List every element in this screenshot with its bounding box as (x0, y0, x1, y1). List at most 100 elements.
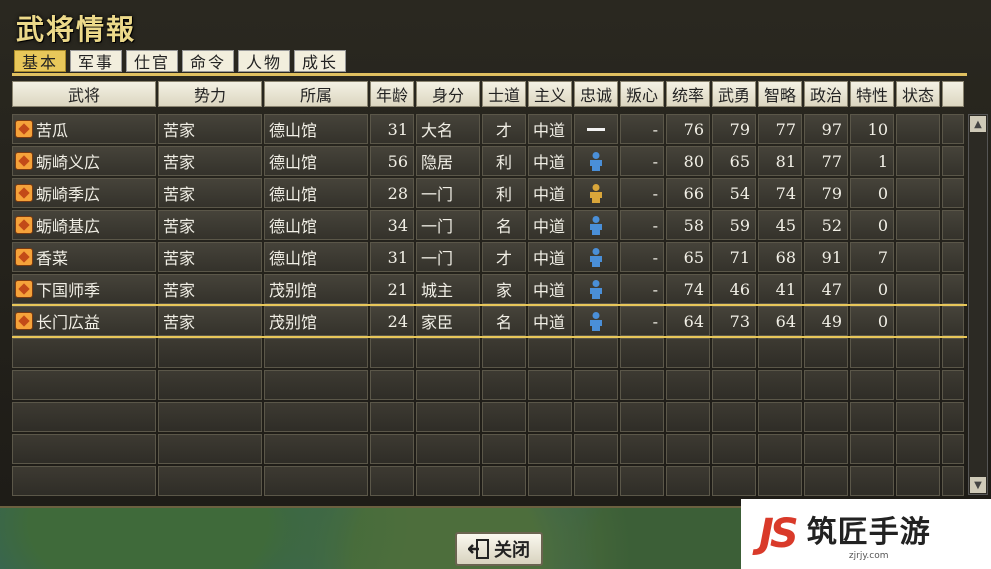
empty-cell (758, 434, 802, 464)
cell-faction: 苦家 (158, 114, 262, 144)
empty-cell (850, 338, 894, 368)
cell-faction: 苦家 (158, 274, 262, 304)
scroll-up-icon[interactable]: ▲ (970, 116, 986, 132)
officer-name: 下国师季 (36, 281, 101, 300)
family-crest-icon (15, 152, 33, 170)
empty-cell (896, 370, 940, 400)
tab-4[interactable]: 人物 (238, 50, 290, 72)
cell-extra (942, 146, 964, 176)
column-header-loyalty[interactable]: 忠诚 (574, 81, 618, 107)
column-header-bushido[interactable]: 士道 (482, 81, 526, 107)
loyalty-person-icon (587, 183, 605, 203)
table-row[interactable]: 苦瓜 苦家 德山馆 31 大名才中道 -76 79 77 97 10 (12, 114, 966, 144)
column-header-valor[interactable]: 武勇 (712, 81, 756, 107)
cell-rebellion: - (620, 146, 664, 176)
cell-ideology: 中道 (528, 178, 572, 208)
empty-cell (942, 338, 964, 368)
officer-name: 长门広益 (36, 313, 101, 332)
cell-base: 德山馆 (264, 114, 368, 144)
column-header-extra[interactable] (942, 81, 964, 107)
table-row[interactable]: 长门広益 苦家 茂别馆 24 家臣名中道 -64 73 64 49 0 (12, 304, 967, 338)
cell-politics: 77 (804, 146, 848, 176)
cell-condition (896, 306, 940, 336)
officer-name: 香菜 (36, 249, 69, 268)
empty-cell (528, 434, 572, 464)
family-crest-icon (15, 184, 33, 202)
close-button[interactable]: 关闭 (455, 532, 543, 566)
cell-rank: 家臣 (416, 306, 480, 336)
empty-cell (666, 434, 710, 464)
column-header-ideology[interactable]: 主义 (528, 81, 572, 107)
table-row[interactable]: 香菜 苦家 德山馆 31 一门才中道 -65 71 68 91 7 (12, 242, 966, 272)
cell-condition (896, 242, 940, 272)
cell-age: 24 (370, 306, 414, 336)
column-header-officer[interactable]: 武将 (12, 81, 156, 107)
cell-rebellion: - (620, 274, 664, 304)
cell-ideology: 中道 (528, 242, 572, 272)
table-row[interactable]: 蛎崎基広 苦家 德山馆 34 一门名中道 -58 59 45 52 0 (12, 210, 966, 240)
tab-5[interactable]: 成长 (294, 50, 346, 72)
cell-faction: 苦家 (158, 242, 262, 272)
cell-loyalty (574, 274, 618, 304)
tab-0[interactable]: 基本 (14, 50, 66, 72)
cell-base: 德山馆 (264, 146, 368, 176)
column-header-trait[interactable]: 特性 (850, 81, 894, 107)
column-header-politics[interactable]: 政治 (804, 81, 848, 107)
column-header-age[interactable]: 年龄 (370, 81, 414, 107)
empty-cell (758, 466, 802, 496)
cell-bushido: 名 (482, 306, 526, 336)
table-scrollbar[interactable]: ▲ ▼ (968, 114, 988, 495)
table-row[interactable]: 下国师季 苦家 茂别馆 21 城主家中道 -74 46 41 47 0 (12, 274, 966, 304)
empty-cell (712, 370, 756, 400)
cell-faction: 苦家 (158, 178, 262, 208)
cell-politics: 52 (804, 210, 848, 240)
table-row[interactable]: 蛎崎义広 苦家 德山馆 56 隐居利中道 -80 65 81 77 1 (12, 146, 966, 176)
officer-name: 蛎崎义広 (36, 153, 101, 172)
empty-cell (666, 466, 710, 496)
tab-2[interactable]: 仕官 (126, 50, 178, 72)
cell-rebellion: - (620, 114, 664, 144)
tab-3[interactable]: 命令 (182, 50, 234, 72)
empty-cell (416, 434, 480, 464)
tab-bar: 基本 军事 仕官 命令 人物 成长 (14, 50, 346, 72)
cell-rebellion: - (620, 210, 664, 240)
empty-cell (12, 402, 156, 432)
column-header-condition[interactable]: 状态 (896, 81, 940, 107)
cell-politics: 79 (804, 178, 848, 208)
empty-cell (574, 370, 618, 400)
cell-officer: 蛎崎义広 (12, 146, 156, 176)
scroll-down-icon[interactable]: ▼ (970, 477, 986, 493)
empty-cell (850, 402, 894, 432)
column-header-rebellion[interactable]: 叛心 (620, 81, 664, 107)
column-header-leadership[interactable]: 统率 (666, 81, 710, 107)
table-row[interactable]: 蛎崎季広 苦家 德山馆 28 一门利中道 -66 54 74 79 0 (12, 178, 966, 208)
empty-cell (620, 370, 664, 400)
empty-cell (264, 370, 368, 400)
cell-base: 德山馆 (264, 210, 368, 240)
column-header-faction[interactable]: 势力 (158, 81, 262, 107)
empty-cell (574, 466, 618, 496)
cell-rank: 隐居 (416, 146, 480, 176)
empty-cell (158, 338, 262, 368)
empty-cell (370, 466, 414, 496)
empty-cell (482, 338, 526, 368)
empty-cell (416, 370, 480, 400)
cell-ideology: 中道 (528, 114, 572, 144)
loyalty-person-icon (587, 279, 605, 299)
empty-cell (942, 434, 964, 464)
cell-condition (896, 146, 940, 176)
cell-leadership: 74 (666, 274, 710, 304)
empty-cell (158, 466, 262, 496)
empty-cell (758, 402, 802, 432)
empty-cell (416, 402, 480, 432)
tab-underline (12, 73, 967, 76)
cell-leadership: 76 (666, 114, 710, 144)
tab-1[interactable]: 军事 (70, 50, 122, 72)
cell-leadership: 80 (666, 146, 710, 176)
column-header-rank[interactable]: 身分 (416, 81, 480, 107)
cell-officer: 苦瓜 (12, 114, 156, 144)
column-header-intellect[interactable]: 智略 (758, 81, 802, 107)
column-header-base[interactable]: 所属 (264, 81, 368, 107)
cell-ideology: 中道 (528, 274, 572, 304)
officer-info-window: 武将情報 基本 军事 仕官 命令 人物 成长 武将 势力 所属 年龄 身分 士道 主义 忠诚 叛心 统率 武勇… (0, 0, 991, 508)
